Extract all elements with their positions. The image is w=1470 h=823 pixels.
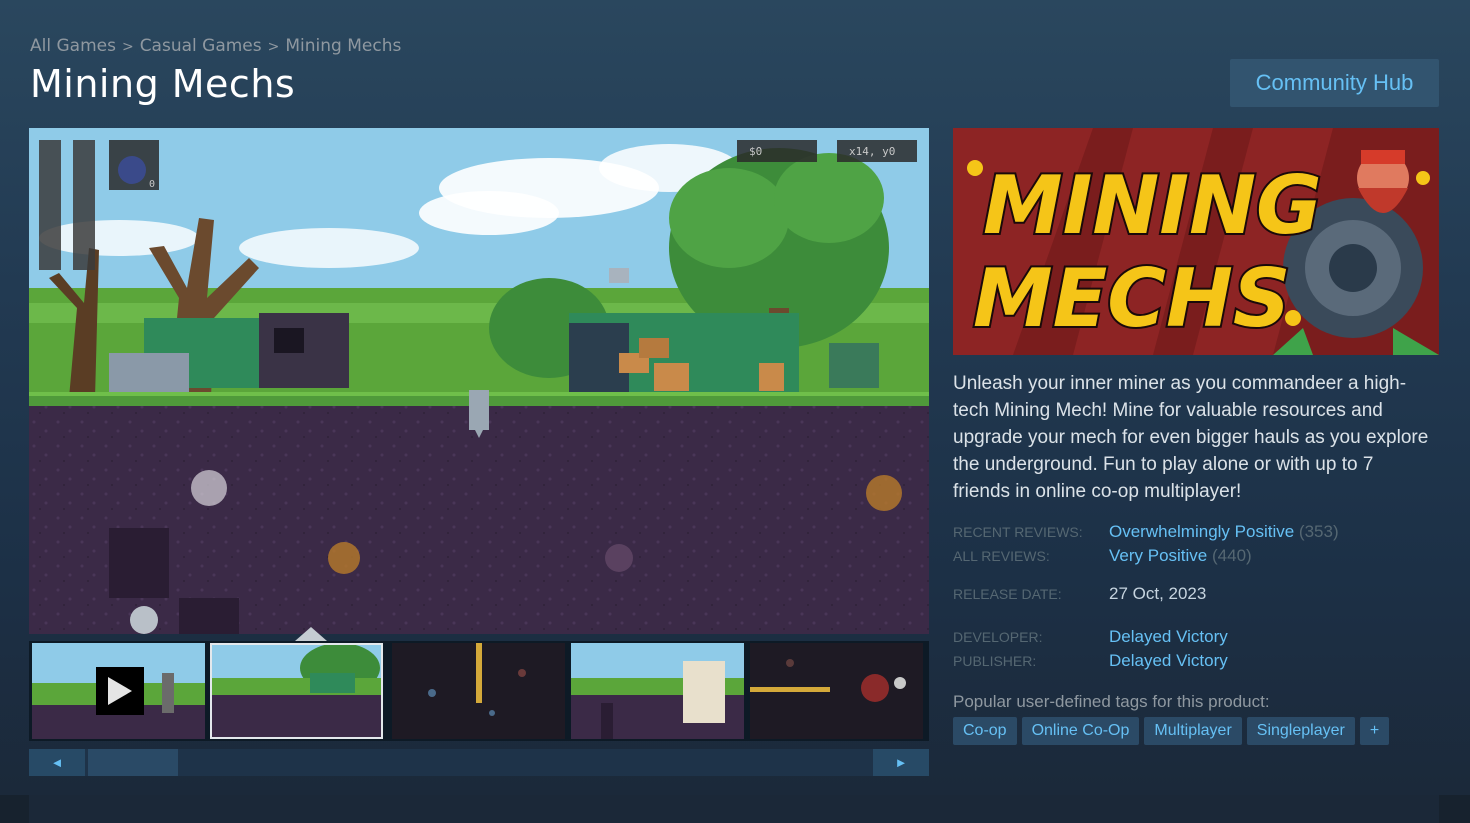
tag-multiplayer[interactable]: Multiplayer: [1144, 717, 1242, 745]
publisher-link[interactable]: Delayed Victory: [1109, 651, 1228, 671]
play-video-icon[interactable]: [96, 667, 144, 715]
screenshot-thumbnail-strip: [29, 627, 929, 741]
developer-link[interactable]: Delayed Victory: [1109, 627, 1228, 647]
breadcrumb-mining-mechs[interactable]: Mining Mechs: [285, 36, 401, 56]
hud-bomb-count: 0: [149, 179, 155, 190]
game-capsule-image: MINING MECHS: [953, 128, 1439, 355]
capsule-logo-line-2: MECHS: [973, 252, 1291, 345]
recent-reviews-count: (353): [1298, 522, 1339, 541]
all-reviews-summary[interactable]: Very Positive (440): [1109, 546, 1252, 566]
gameplay-screenshot-image: $0 x14, y0 0: [29, 128, 929, 634]
page-title: Mining Mechs: [30, 62, 296, 106]
add-tag-button[interactable]: +: [1359, 717, 1390, 745]
breadcrumb: All Games > Casual Games > Mining Mechs: [30, 36, 401, 56]
breadcrumb-casual-games[interactable]: Casual Games: [140, 36, 262, 56]
tag-singleplayer[interactable]: Singleplayer: [1246, 717, 1355, 745]
release-date-value: 27 Oct, 2023: [1109, 584, 1207, 603]
release-date-label: RELEASE DATE:: [953, 586, 1062, 602]
tags-label: Popular user-defined tags for this produ…: [953, 692, 1270, 711]
page-bottom-band: [0, 795, 1470, 823]
selected-thumbnail-indicator: [295, 627, 327, 641]
breadcrumb-all-games[interactable]: All Games: [30, 36, 116, 56]
developer-label: DEVELOPER:: [953, 629, 1043, 645]
publisher-label: PUBLISHER:: [953, 653, 1037, 669]
thumbnail-image: [392, 643, 565, 739]
recent-reviews-summary[interactable]: Overwhelmingly Positive (353): [1109, 522, 1339, 542]
scroll-left-button[interactable]: ◄: [29, 749, 85, 776]
recent-reviews-label: RECENT REVIEWS:: [953, 524, 1083, 540]
all-reviews-value[interactable]: Very Positive: [1109, 546, 1207, 565]
hud-coordinates: x14, y0: [849, 145, 895, 158]
thumbnail-video[interactable]: [32, 643, 205, 739]
community-hub-button[interactable]: Community Hub: [1230, 59, 1439, 107]
capsule-art: MINING MECHS: [953, 128, 1439, 355]
game-description: Unleash your inner miner as you commande…: [953, 373, 1429, 502]
all-reviews-count: (440): [1212, 546, 1252, 565]
tag-online-co-op[interactable]: Online Co-Op: [1021, 717, 1140, 745]
scrollbar-handle[interactable]: [88, 749, 178, 776]
capsule-logo-line-1: MINING: [983, 159, 1322, 252]
thumbnail-screenshot-2[interactable]: [392, 643, 565, 739]
recent-reviews-value[interactable]: Overwhelmingly Positive: [1109, 522, 1294, 541]
main-screenshot[interactable]: $0 x14, y0 0: [29, 128, 929, 634]
all-reviews-label: ALL REVIEWS:: [953, 548, 1050, 564]
thumbnail-scrollbar[interactable]: ◄ ►: [29, 749, 929, 776]
thumbnail-screenshot-1[interactable]: [210, 643, 383, 739]
thumbnail-image: [571, 643, 744, 739]
breadcrumb-separator: >: [121, 39, 134, 55]
scroll-right-button[interactable]: ►: [873, 749, 929, 776]
tag-list: Co-op Online Co-Op Multiplayer Singlepla…: [953, 717, 1390, 745]
tag-co-op[interactable]: Co-op: [953, 717, 1017, 745]
breadcrumb-separator: >: [267, 39, 280, 55]
thumbnail-image: [750, 643, 923, 739]
hud-money: $0: [749, 145, 762, 158]
thumbnail-screenshot-4[interactable]: [750, 643, 923, 739]
thumbnail-screenshot-3[interactable]: [571, 643, 744, 739]
thumbnail-image: [210, 643, 383, 739]
